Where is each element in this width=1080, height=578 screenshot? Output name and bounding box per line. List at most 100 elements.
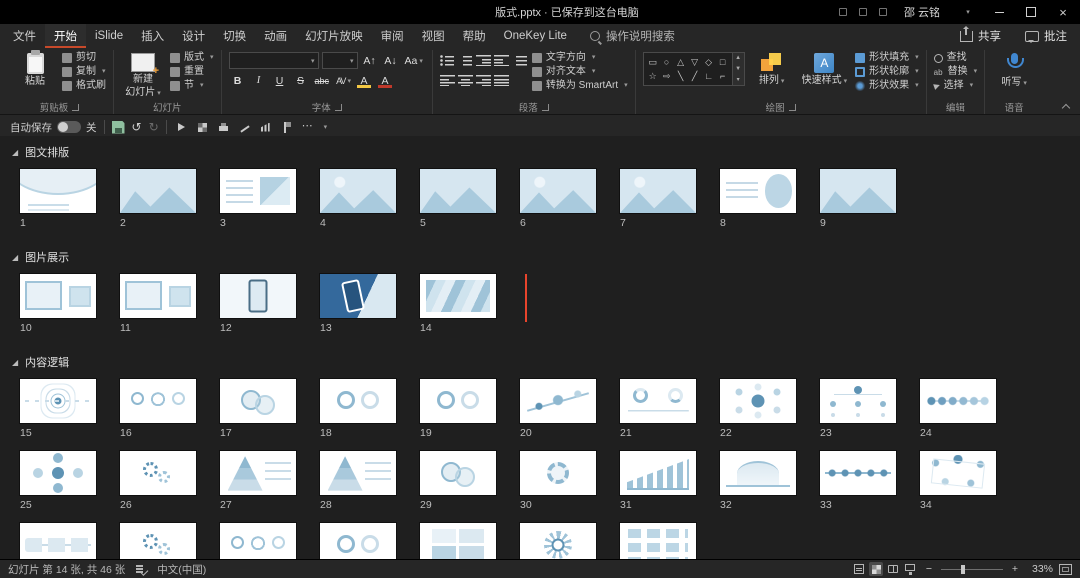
paragraph-text-direction[interactable]: 文字方向▾ bbox=[532, 52, 628, 64]
spellcheck-icon[interactable] bbox=[134, 562, 148, 576]
strikethrough-button[interactable]: abc bbox=[313, 73, 332, 88]
titlebar-tool-icon-3[interactable] bbox=[874, 5, 892, 19]
font-name-combo[interactable]: ▾ bbox=[229, 52, 319, 69]
slide-thumbnail-16[interactable] bbox=[120, 379, 196, 423]
quick-styles-button[interactable]: 快速样式▾ bbox=[799, 52, 851, 88]
redo-icon[interactable]: ↻ bbox=[149, 120, 159, 134]
tab-help[interactable]: 帮助 bbox=[454, 24, 495, 48]
shape-2[interactable]: △ bbox=[674, 55, 688, 69]
text-highlight-button[interactable]: A bbox=[355, 73, 373, 88]
section-collapse-icon[interactable]: ◢ bbox=[12, 358, 18, 367]
bookmark-icon[interactable] bbox=[279, 120, 294, 135]
slide-thumbnail-36[interactable] bbox=[120, 523, 196, 560]
slide-thumbnail-1[interactable] bbox=[20, 169, 96, 213]
section-header[interactable]: ◢图片展示 bbox=[12, 249, 1080, 265]
tab-animations[interactable]: 动画 bbox=[255, 24, 296, 48]
drawing-shape-effects[interactable]: 形状效果▾ bbox=[855, 80, 919, 92]
tab-review[interactable]: 审阅 bbox=[372, 24, 413, 48]
slide-thumbnail-10[interactable] bbox=[20, 274, 96, 318]
slide-thumbnail-6[interactable] bbox=[520, 169, 596, 213]
comments-button[interactable]: 批注 bbox=[1016, 26, 1076, 46]
tab-view[interactable]: 视图 bbox=[413, 24, 454, 48]
titlebar-tool-icon-1[interactable] bbox=[834, 5, 852, 19]
slide-thumbnail-34[interactable] bbox=[920, 451, 996, 495]
tab-transitions[interactable]: 切换 bbox=[214, 24, 255, 48]
italic-button[interactable]: I bbox=[250, 73, 268, 88]
slide-thumbnail-25[interactable] bbox=[20, 451, 96, 495]
paste-button[interactable]: 粘贴 bbox=[13, 52, 57, 88]
tab-home[interactable]: 开始 bbox=[45, 24, 86, 48]
slide-thumbnail-21[interactable] bbox=[620, 379, 696, 423]
editing-find[interactable]: 查找 bbox=[934, 52, 978, 64]
shrink-font-button[interactable]: A↓ bbox=[382, 53, 400, 68]
zoom-thumb[interactable] bbox=[961, 565, 965, 574]
tab-design[interactable]: 设计 bbox=[173, 24, 214, 48]
decrease-indent-button[interactable] bbox=[476, 55, 491, 66]
chart-icon[interactable] bbox=[258, 120, 273, 135]
slides-section[interactable]: 节▾ bbox=[170, 80, 214, 92]
dialog-launcher-icon[interactable] bbox=[335, 104, 342, 111]
slide-thumbnail-30[interactable] bbox=[520, 451, 596, 495]
shape-gallery-scrollbar[interactable]: ▲ ▼ ▾ bbox=[733, 52, 745, 86]
clipboard-copy[interactable]: 复制▾ bbox=[62, 66, 106, 78]
slide-thumbnail-9[interactable] bbox=[820, 169, 896, 213]
increase-indent-button[interactable] bbox=[494, 55, 509, 66]
bold-button[interactable]: B bbox=[229, 73, 247, 88]
gallery-more-icon[interactable]: ▾ bbox=[737, 76, 740, 83]
slide-thumbnail-11[interactable] bbox=[120, 274, 196, 318]
slide-thumbnail-7[interactable] bbox=[620, 169, 696, 213]
autosave-toggle[interactable]: 自动保存 关 bbox=[10, 120, 97, 135]
zoom-in-button[interactable]: + bbox=[1009, 563, 1021, 575]
line-spacing-button[interactable] bbox=[512, 55, 527, 66]
shape-0[interactable]: ▭ bbox=[646, 55, 660, 69]
font-color-button[interactable]: A bbox=[376, 73, 394, 88]
slide-thumbnail-4[interactable] bbox=[320, 169, 396, 213]
numbering-button[interactable] bbox=[458, 55, 473, 66]
ribbon-display-options-icon[interactable]: ▾ bbox=[952, 0, 982, 24]
slide-thumbnail-32[interactable] bbox=[720, 451, 796, 495]
slide-thumbnail-26[interactable] bbox=[120, 451, 196, 495]
drawing-shape-fill[interactable]: 形状填充▾ bbox=[855, 52, 919, 64]
shape-7[interactable]: ⇨ bbox=[660, 69, 674, 83]
bullets-button[interactable] bbox=[440, 55, 455, 66]
reading-view-icon[interactable] bbox=[886, 562, 900, 576]
customize-qat-icon[interactable]: ▾ bbox=[324, 123, 328, 131]
shape-11[interactable]: ⌐ bbox=[716, 69, 730, 83]
slide-thumbnail-33[interactable] bbox=[820, 451, 896, 495]
slide-thumbnail-20[interactable] bbox=[520, 379, 596, 423]
tell-me-search[interactable]: 操作说明搜索 bbox=[590, 28, 675, 44]
slide-thumbnail-35[interactable] bbox=[20, 523, 96, 560]
slide-thumbnail-24[interactable] bbox=[920, 379, 996, 423]
shape-8[interactable]: ╲ bbox=[674, 69, 688, 83]
shape-4[interactable]: ◇ bbox=[702, 55, 716, 69]
maximize-button[interactable] bbox=[1016, 0, 1046, 24]
shape-9[interactable]: ╱ bbox=[688, 69, 702, 83]
slide-thumbnail-41[interactable] bbox=[620, 523, 696, 560]
slide-thumbnail-27[interactable] bbox=[220, 451, 296, 495]
grow-font-button[interactable]: A↑ bbox=[361, 53, 379, 68]
align-left-button[interactable] bbox=[440, 75, 455, 86]
editing-select[interactable]: 选择▾ bbox=[934, 80, 978, 92]
normal-view-icon[interactable] bbox=[852, 562, 866, 576]
font-size-combo[interactable]: ▾ bbox=[322, 52, 358, 69]
scroll-down-icon[interactable]: ▼ bbox=[735, 66, 741, 72]
collapse-ribbon-button[interactable] bbox=[1060, 101, 1072, 111]
slide-thumbnail-17[interactable] bbox=[220, 379, 296, 423]
dialog-launcher-icon[interactable] bbox=[789, 104, 796, 111]
drawing-shape-outline[interactable]: 形状轮廓▾ bbox=[855, 66, 919, 78]
dictate-button[interactable]: 听写▾ bbox=[992, 52, 1036, 90]
start-slideshow-icon[interactable] bbox=[174, 120, 189, 135]
slide-sorter-view-icon[interactable] bbox=[869, 562, 883, 576]
slide-thumbnail-40[interactable] bbox=[520, 523, 596, 560]
section-collapse-icon[interactable]: ◢ bbox=[12, 148, 18, 157]
slide-thumbnail-39[interactable] bbox=[420, 523, 496, 560]
zoom-slider[interactable] bbox=[941, 563, 1003, 575]
language-indicator[interactable]: 中文(中国) bbox=[157, 562, 206, 577]
shape-5[interactable]: □ bbox=[716, 55, 730, 69]
slide-thumbnail-15[interactable] bbox=[20, 379, 96, 423]
paragraph-convert-to-smartart[interactable]: 转换为 SmartArt▾ bbox=[532, 80, 628, 92]
zoom-level[interactable]: 33% bbox=[1027, 563, 1053, 575]
slide-thumbnail-37[interactable] bbox=[220, 523, 296, 560]
clipboard-format-painter[interactable]: 格式刷 bbox=[62, 80, 106, 92]
slideshow-view-icon[interactable] bbox=[903, 562, 917, 576]
